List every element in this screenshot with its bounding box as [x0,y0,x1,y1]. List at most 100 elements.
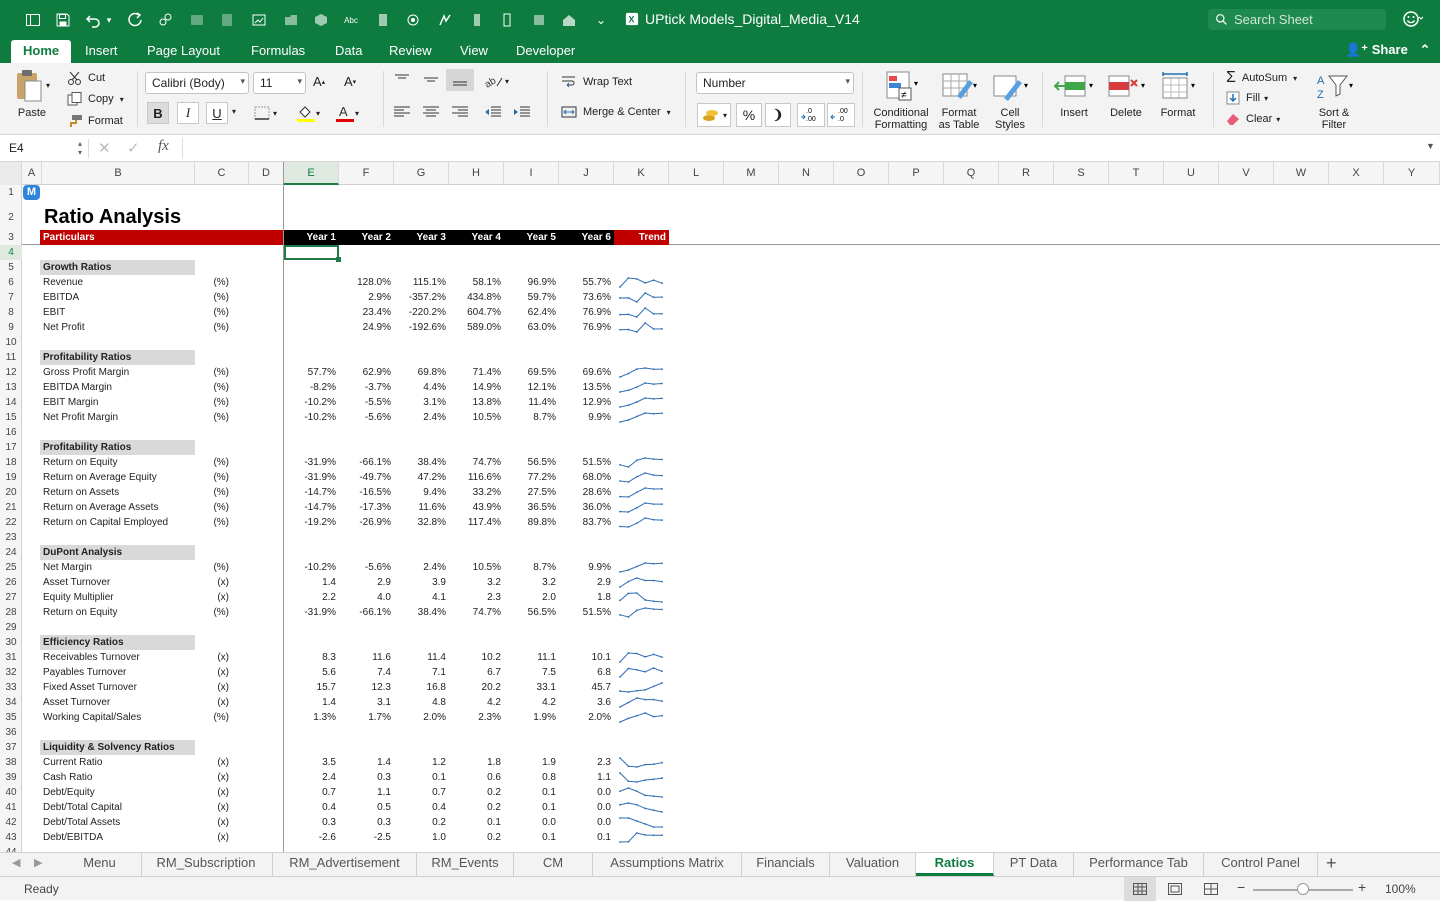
value-cell[interactable]: 1.4 [339,755,391,770]
sheet-tab-ratios[interactable]: Ratios [916,853,994,876]
align-bottom-button[interactable] [446,69,474,91]
column-header-t[interactable]: T [1109,162,1164,185]
row-header-37[interactable]: 37 [0,740,22,755]
font-size-combo[interactable]: 11 ▾ [253,72,306,94]
value-cell[interactable]: -31.9% [284,455,336,470]
value-cell[interactable]: 10.5% [449,560,501,575]
value-cell[interactable]: 12.3 [339,680,391,695]
qat-icon-6[interactable] [372,9,394,31]
value-cell[interactable]: -14.7% [284,500,336,515]
value-cell[interactable]: 0.4 [284,800,336,815]
row-header-39[interactable]: 39 [0,770,22,785]
tab-review[interactable]: Review [377,40,444,63]
value-cell[interactable]: 3.9 [394,575,446,590]
underline-button[interactable]: U [206,102,228,124]
cancel-entry-icon[interactable]: ✕ [98,139,111,157]
value-cell[interactable]: 5.6 [284,665,336,680]
value-cell[interactable]: 10.1 [559,650,611,665]
value-cell[interactable]: 604.7% [449,305,501,320]
column-header-c[interactable]: C [195,162,249,185]
value-cell[interactable]: 7.5 [504,665,556,680]
align-center-button[interactable] [421,105,441,119]
value-cell[interactable]: 76.9% [559,320,611,335]
borders-button[interactable]: ▾ [253,105,277,121]
value-cell[interactable]: 62.9% [339,365,391,380]
qat-icon-7[interactable] [402,9,424,31]
orientation-button[interactable]: ab ▾ [483,73,509,89]
row-header-27[interactable]: 27 [0,590,22,605]
sheet-tab-cm[interactable]: CM [514,853,593,876]
value-cell[interactable]: 10.2 [449,650,501,665]
select-all-corner[interactable] [0,162,22,185]
column-header-p[interactable]: P [889,162,944,185]
row-header-25[interactable]: 25 [0,560,22,575]
sheet-tab-menu[interactable]: Menu [58,853,142,876]
format-as-table-button[interactable]: ▾ Format as Table [934,69,984,131]
qat-icon-5[interactable] [310,9,332,31]
row-header-44[interactable]: 44 [0,845,22,852]
row-header-4[interactable]: 4 [0,245,22,260]
value-cell[interactable]: 0.0 [559,800,611,815]
value-cell[interactable]: 2.4% [394,560,446,575]
feedback-smiley-icon[interactable] [1402,9,1424,32]
column-header-r[interactable]: R [999,162,1054,185]
home-icon[interactable] [558,9,580,31]
qat-icon-2[interactable] [216,9,238,31]
value-cell[interactable]: 9.4% [394,485,446,500]
row-header-32[interactable]: 32 [0,665,22,680]
normal-view-button[interactable] [1124,877,1156,901]
value-cell[interactable]: 33.2% [449,485,501,500]
fill-button[interactable]: Fill ▾ [1226,91,1268,105]
collapse-ribbon-icon[interactable]: ⌃ [1419,42,1430,57]
column-header-u[interactable]: U [1164,162,1219,185]
value-cell[interactable]: 0.1 [394,770,446,785]
comma-style-button[interactable]: ❩ [765,103,791,127]
cell-styles-button[interactable]: ▾ Cell Styles [987,69,1033,131]
value-cell[interactable]: 11.4% [504,395,556,410]
value-cell[interactable]: 77.2% [504,470,556,485]
undo-icon[interactable] [82,9,104,31]
sort-filter-button[interactable]: A Z ▾ Sort & Filter [1310,69,1358,131]
value-cell[interactable]: 6.7 [449,665,501,680]
value-cell[interactable]: 0.0 [504,815,556,830]
value-cell[interactable]: 28.6% [559,485,611,500]
value-cell[interactable]: 4.1 [394,590,446,605]
value-cell[interactable]: 27.5% [504,485,556,500]
row-header-7[interactable]: 7 [0,290,22,305]
value-cell[interactable] [284,290,336,305]
autosum-button[interactable]: Σ AutoSum ▾ [1226,69,1297,87]
wrap-text-button[interactable]: Wrap Text [561,75,632,89]
column-header-x[interactable]: X [1329,162,1384,185]
value-cell[interactable]: 58.1% [449,275,501,290]
value-cell[interactable]: 2.0% [559,710,611,725]
value-cell[interactable]: 13.5% [559,380,611,395]
cut-button[interactable]: Cut [67,69,105,87]
value-cell[interactable]: 0.2 [449,800,501,815]
value-cell[interactable]: 56.5% [504,455,556,470]
merge-center-button[interactable]: Merge & Center ▾ [561,105,671,119]
value-cell[interactable]: 36.5% [504,500,556,515]
increase-font-button[interactable]: A ▴ [313,74,325,89]
row-header-5[interactable]: 5 [0,260,22,275]
value-cell[interactable]: 0.3 [339,770,391,785]
save-icon[interactable] [52,9,74,31]
value-cell[interactable]: 63.0% [504,320,556,335]
column-header-m[interactable]: M [724,162,779,185]
row-header-11[interactable]: 11 [0,350,22,365]
value-cell[interactable]: 11.6% [394,500,446,515]
decrease-decimal-button[interactable]: .00.0 [827,103,855,127]
value-cell[interactable]: -220.2% [394,305,446,320]
column-header-g[interactable]: G [394,162,449,185]
value-cell[interactable]: 4.2 [504,695,556,710]
align-right-button[interactable] [450,105,470,119]
value-cell[interactable] [284,275,336,290]
align-middle-button[interactable] [421,71,441,87]
value-cell[interactable]: 15.7 [284,680,336,695]
sheet-tab-pt-data[interactable]: PT Data [994,853,1074,876]
value-cell[interactable]: -17.3% [339,500,391,515]
sheet-tab-rm-subscription[interactable]: RM_Subscription [140,853,273,876]
row-header-41[interactable]: 41 [0,800,22,815]
value-cell[interactable]: -16.5% [339,485,391,500]
value-cell[interactable]: 8.7% [504,560,556,575]
value-cell[interactable]: 2.2 [284,590,336,605]
